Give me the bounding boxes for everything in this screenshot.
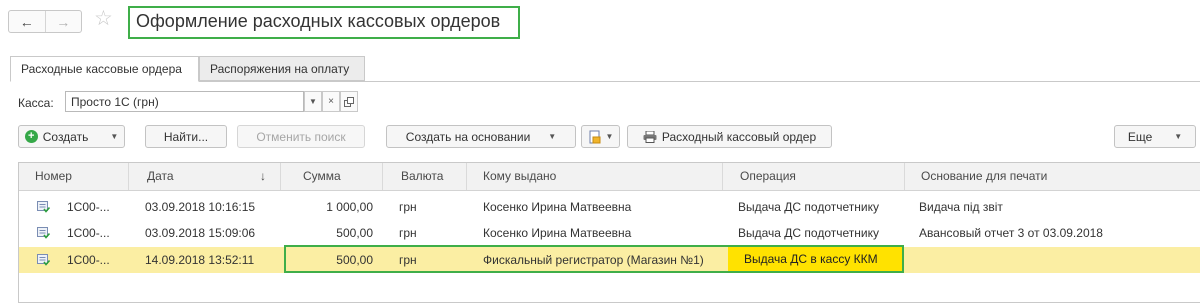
cell-date: 03.09.2018 15:09:06 xyxy=(145,226,256,240)
cell-currency: грн xyxy=(399,200,417,214)
chevron-down-icon: ▼ xyxy=(110,132,119,141)
cell-date: 03.09.2018 10:16:15 xyxy=(145,200,256,214)
back-button[interactable]: ← xyxy=(9,11,45,32)
column-header-basis[interactable]: Основание для печати xyxy=(905,163,1200,190)
clear-icon: × xyxy=(328,96,334,107)
back-arrow-icon: ← xyxy=(19,13,34,30)
history-nav: ← → xyxy=(8,10,82,33)
cell-basis xyxy=(910,246,1200,272)
find-button[interactable]: Найти... xyxy=(145,125,227,148)
cancel-search-label: Отменить поиск xyxy=(256,129,346,144)
chevron-down-icon: ▼ xyxy=(605,132,614,141)
kassa-open-button[interactable] xyxy=(340,91,358,112)
document-posted-icon xyxy=(37,254,50,266)
print-document-icon xyxy=(589,130,601,143)
create-button[interactable]: + Создать ▼ xyxy=(18,125,125,148)
cell-recipient: Косенко Ирина Матвеевна xyxy=(483,226,632,240)
table-row[interactable]: 1С00-... 03.09.2018 10:16:15 1 000,00 гр… xyxy=(19,194,1200,220)
more-label: Еще xyxy=(1127,129,1153,144)
expense-order-print-label: Расходный кассовый ордер xyxy=(661,129,817,144)
forward-arrow-icon: → xyxy=(56,13,71,30)
cell-number: 1С00-... xyxy=(67,253,110,267)
cell-operation: Выдача ДС подотчетнику xyxy=(738,226,879,240)
cell-number: 1С00-... xyxy=(67,200,110,214)
sort-down-icon: ↓ xyxy=(260,169,266,183)
cell-date: 14.09.2018 13:52:11 xyxy=(145,253,255,267)
plus-icon: + xyxy=(24,130,38,143)
orders-table: Номер Дата ↓ Сумма Валюта Кому выдано Оп… xyxy=(18,162,1200,303)
kassa-label: Касса: xyxy=(18,96,54,110)
cancel-search-button[interactable]: Отменить поиск xyxy=(237,125,365,148)
cell-recipient: Косенко Ирина Матвеевна xyxy=(483,200,632,214)
column-header-currency[interactable]: Валюта xyxy=(383,163,467,190)
print-menu-button[interactable]: ▼ xyxy=(581,125,620,148)
chevron-down-icon: ▼ xyxy=(1174,132,1183,141)
cell-basis: Видача під звіт xyxy=(919,200,1003,214)
cell-currency: грн xyxy=(399,226,417,240)
document-posted-icon xyxy=(37,227,50,239)
cell-sum: 500,00 xyxy=(336,226,373,240)
tab-label: Распоряжения на оплату xyxy=(210,61,350,76)
column-header-recipient[interactable]: Кому выдано xyxy=(467,163,723,190)
column-header-date[interactable]: Дата ↓ xyxy=(129,163,281,190)
create-label: Создать xyxy=(42,129,89,144)
expense-order-print-button[interactable]: Расходный кассовый ордер xyxy=(627,125,832,148)
cell-number: 1С00-... xyxy=(67,226,110,240)
chevron-down-icon: ▼ xyxy=(309,97,317,106)
more-button[interactable]: Еще ▼ xyxy=(1114,125,1196,148)
cell-operation: Выдача ДС подотчетнику xyxy=(738,200,879,214)
column-date-label: Дата xyxy=(147,169,174,183)
cell-basis: Авансовый отчет 3 от 03.09.2018 xyxy=(919,226,1103,240)
table-header: Номер Дата ↓ Сумма Валюта Кому выдано Оп… xyxy=(19,163,1200,191)
page-title: Оформление расходных кассовых ордеров xyxy=(136,11,501,31)
kassa-clear-button[interactable]: × xyxy=(322,91,340,112)
kassa-dropdown-button[interactable]: ▼ xyxy=(304,91,322,112)
column-header-sum[interactable]: Сумма xyxy=(281,163,383,190)
kassa-field[interactable]: Просто 1С (грн) xyxy=(65,91,304,112)
table-row[interactable]: 1С00-... 03.09.2018 15:09:06 500,00 грн … xyxy=(19,220,1200,246)
create-based-label: Создать на основании xyxy=(405,129,531,144)
open-icon xyxy=(344,96,354,107)
tab-label: Расходные кассовые ордера xyxy=(21,62,182,76)
column-header-operation[interactable]: Операция xyxy=(723,163,905,190)
document-posted-icon xyxy=(37,201,50,213)
tab-payment-orders[interactable]: Распоряжения на оплату xyxy=(199,56,365,81)
find-label: Найти... xyxy=(163,129,209,144)
forward-button[interactable]: → xyxy=(44,11,82,32)
favorite-star-icon[interactable]: ☆ xyxy=(94,8,113,29)
printer-icon xyxy=(643,130,657,143)
row-highlight-frame xyxy=(284,245,904,273)
chevron-down-icon: ▼ xyxy=(548,132,557,141)
column-header-number[interactable]: Номер xyxy=(19,163,129,190)
tab-expense-orders[interactable]: Расходные кассовые ордера xyxy=(10,56,199,82)
cell-sum: 1 000,00 xyxy=(326,200,373,214)
create-based-button[interactable]: Создать на основании ▼ xyxy=(386,125,576,148)
